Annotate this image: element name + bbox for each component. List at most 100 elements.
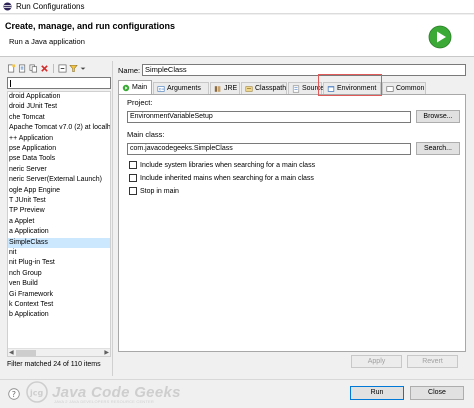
tree-item[interactable]: nch Group bbox=[8, 269, 110, 279]
tab-label: Common bbox=[396, 85, 425, 92]
include-system-libraries-checkbox[interactable] bbox=[129, 161, 137, 169]
environment-icon bbox=[327, 85, 335, 92]
header-title: Create, manage, and run configurations bbox=[5, 21, 176, 31]
stop-in-main-option[interactable]: Stop in main bbox=[129, 186, 179, 196]
tree-item[interactable]: T JUnit Test bbox=[8, 196, 110, 206]
include-inherited-mains-option[interactable]: Include inherited mains when searching f… bbox=[129, 173, 314, 183]
svg-text:jcg: jcg bbox=[29, 389, 43, 398]
stop-in-main-checkbox[interactable] bbox=[129, 187, 137, 195]
checkbox-label: Include inherited mains when searching f… bbox=[140, 174, 314, 182]
config-name-input[interactable]: SimpleClass bbox=[142, 64, 466, 76]
chevron-down-icon[interactable] bbox=[80, 64, 86, 73]
arguments-icon: x= bbox=[157, 85, 165, 92]
tab-label: Main bbox=[132, 84, 148, 91]
tree-item[interactable]: TP Preview bbox=[8, 206, 110, 216]
java-main-icon bbox=[122, 84, 130, 91]
project-input[interactable]: EnvironmentVariableSetup bbox=[127, 111, 411, 123]
new-prototype-icon[interactable] bbox=[18, 64, 27, 73]
watermark: jcg Java Code Geeks JAVA 2 JAVA DEVELOPE… bbox=[26, 378, 181, 406]
tab-source[interactable]: Source bbox=[288, 82, 325, 94]
project-label: Project: bbox=[127, 98, 153, 107]
svg-text:?: ? bbox=[12, 390, 16, 399]
watermark-subtext: JAVA 2 JAVA DEVELOPERS RESOURCE CENTER bbox=[54, 399, 154, 404]
svg-text:x=: x= bbox=[159, 86, 165, 91]
tree-item[interactable]: ogle App Engine bbox=[8, 186, 110, 196]
classpath-icon bbox=[245, 85, 253, 92]
close-button[interactable]: Close bbox=[410, 386, 464, 400]
name-label: Name: bbox=[118, 66, 141, 75]
config-editor: Name: SimpleClass Main x= Arguments JRE … bbox=[115, 61, 470, 376]
tree-item[interactable]: a Application bbox=[8, 227, 110, 237]
checkbox-label: Stop in main bbox=[140, 187, 179, 195]
tree-item[interactable]: a Applet bbox=[8, 217, 110, 227]
apply-button[interactable]: Apply bbox=[351, 355, 402, 368]
tree-item[interactable]: pse Data Tools bbox=[8, 154, 110, 164]
tab-label: Arguments bbox=[167, 85, 201, 92]
duplicate-config-icon[interactable] bbox=[29, 64, 38, 73]
filter-input[interactable] bbox=[7, 77, 111, 89]
tab-label: JRE bbox=[224, 85, 238, 92]
tree-item-selected[interactable]: SimpleClass bbox=[8, 237, 110, 248]
jcg-logo-icon: jcg bbox=[26, 381, 48, 403]
toolbar-separator bbox=[53, 63, 54, 73]
tree-horizontal-scrollbar[interactable]: ◀ ▶ bbox=[8, 348, 110, 356]
browse-button[interactable]: Browse... bbox=[416, 110, 460, 123]
run-button[interactable]: Run bbox=[350, 386, 404, 400]
eclipse-icon bbox=[3, 2, 12, 11]
main-tab-panel: Project: EnvironmentVariableSetup Browse… bbox=[118, 94, 466, 352]
help-icon[interactable]: ? bbox=[8, 388, 20, 400]
tree-item[interactable]: nit bbox=[8, 248, 110, 258]
tree-item[interactable]: pse Application bbox=[8, 144, 110, 154]
tree-toolbar bbox=[4, 61, 111, 75]
tree-item[interactable]: neric Server(External Launch) bbox=[8, 175, 110, 185]
tree-item[interactable]: Gi Framework bbox=[8, 290, 110, 300]
tree-item[interactable]: Apache Tomcat v7.0 (2) at localh bbox=[8, 123, 110, 133]
delete-config-icon[interactable] bbox=[40, 64, 49, 73]
tree-item[interactable]: droid JUnit Test bbox=[8, 102, 110, 112]
common-icon bbox=[386, 85, 394, 92]
tab-environment[interactable]: Environment bbox=[323, 82, 381, 94]
run-banner-icon bbox=[428, 25, 452, 49]
collapse-all-icon[interactable] bbox=[58, 64, 67, 73]
header-subtitle: Run a Java application bbox=[9, 37, 85, 46]
jre-library-icon bbox=[214, 85, 221, 92]
config-tree-pane: droid Application droid JUnit Test che T… bbox=[4, 61, 111, 376]
tree-item[interactable]: k Context Test bbox=[8, 300, 110, 310]
source-icon bbox=[292, 85, 300, 92]
tree-item[interactable]: b Application bbox=[8, 310, 110, 320]
search-button[interactable]: Search... bbox=[416, 142, 460, 155]
checkbox-label: Include system libraries when searching … bbox=[140, 161, 316, 169]
tab-jre[interactable]: JRE bbox=[210, 82, 240, 94]
window-titlebar: Run Configurations bbox=[0, 0, 474, 14]
tree-item[interactable]: ven Build bbox=[8, 279, 110, 289]
tree-item[interactable]: che Tomcat bbox=[8, 113, 110, 123]
filter-icon[interactable] bbox=[69, 64, 78, 73]
include-inherited-mains-checkbox[interactable] bbox=[129, 174, 137, 182]
tab-label: Classpath bbox=[255, 85, 287, 92]
main-class-label: Main class: bbox=[127, 130, 165, 139]
tab-label: Source bbox=[302, 85, 325, 92]
tab-arguments[interactable]: x= Arguments bbox=[153, 82, 209, 94]
tab-common[interactable]: Common bbox=[382, 82, 426, 94]
scroll-right-icon[interactable]: ▶ bbox=[104, 349, 109, 356]
tree-item[interactable]: nit Plug-in Test bbox=[8, 258, 110, 268]
new-config-icon[interactable] bbox=[7, 63, 16, 73]
scrollbar-thumb[interactable] bbox=[16, 350, 36, 356]
tab-label: Environment bbox=[337, 85, 377, 92]
tree-item[interactable]: neric Server bbox=[8, 165, 110, 175]
include-system-libraries-option[interactable]: Include system libraries when searching … bbox=[129, 160, 315, 170]
filter-status: Filter matched 24 of 110 items bbox=[7, 361, 101, 368]
scroll-left-icon[interactable]: ◀ bbox=[9, 349, 14, 356]
tree-item[interactable]: droid Application bbox=[8, 92, 110, 102]
dialog-header: Create, manage, and run configurations R… bbox=[0, 15, 474, 57]
tab-main[interactable]: Main bbox=[118, 80, 152, 94]
config-tree[interactable]: droid Application droid JUnit Test che T… bbox=[7, 91, 111, 357]
pane-divider[interactable] bbox=[112, 61, 113, 376]
main-class-input[interactable]: com.javacodegeeks.SimpleClass bbox=[127, 143, 411, 155]
text-caret bbox=[10, 80, 11, 87]
window-title: Run Configurations bbox=[16, 2, 85, 11]
tree-item[interactable]: ++ Application bbox=[8, 134, 110, 144]
tab-classpath[interactable]: Classpath bbox=[241, 82, 287, 94]
watermark-text: Java Code Geeks bbox=[52, 383, 181, 401]
revert-button[interactable]: Revert bbox=[407, 355, 458, 368]
